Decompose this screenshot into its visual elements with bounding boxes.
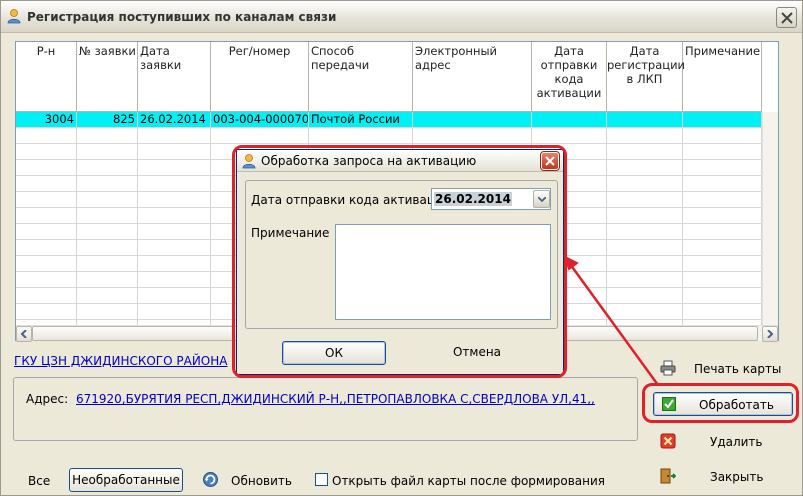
organization-link[interactable]: ГКУ ЦЗН ДЖИДИНСКОГО РАЙОНА — [14, 354, 228, 368]
address-label: Адрес: — [26, 392, 69, 406]
title-bar: Регистрация поступивших по каналам связи — [1, 1, 802, 33]
grid-line — [76, 128, 77, 326]
grid-line — [210, 128, 211, 326]
table-row[interactable]: 3004 825 26.02.2014 003-004-000070 Почто… — [16, 112, 762, 128]
col-header[interactable]: Дата заявки — [138, 42, 211, 112]
cell-code-sent-date[interactable] — [532, 112, 607, 128]
user-icon — [7, 9, 21, 24]
chevron-right-icon — [767, 330, 774, 338]
window-title: Регистрация поступивших по каналам связи — [27, 10, 337, 24]
col-header[interactable]: Р-н — [16, 42, 77, 112]
close-button[interactable]: Закрыть — [660, 466, 780, 488]
cell-transfer-method[interactable]: Почтой России — [309, 112, 413, 128]
cell-note[interactable] — [683, 112, 762, 128]
col-header[interactable]: № заявки — [77, 42, 138, 112]
cell-registration-date[interactable] — [607, 112, 683, 128]
grid-header: Р-н № заявки Дата заявки Рег/номер Спосо… — [16, 42, 762, 112]
refresh-label[interactable]: Обновить — [231, 474, 292, 488]
col-header[interactable]: Способ передачи — [309, 42, 413, 112]
print-card-button[interactable]: Печать карты — [660, 358, 782, 380]
grid-line — [137, 128, 138, 326]
cell-request-number[interactable]: 825 — [77, 112, 138, 128]
exit-door-icon — [660, 468, 676, 484]
col-header[interactable]: Электронный адрес — [413, 42, 532, 112]
vertical-scrollbar[interactable] — [762, 112, 778, 326]
grid-line — [682, 128, 683, 326]
delete-button[interactable]: Удалить — [660, 431, 780, 453]
col-header[interactable]: Рег/номер — [211, 42, 309, 112]
chevron-left-icon — [20, 330, 27, 338]
process-button-highlight — [642, 383, 799, 423]
address-link[interactable]: 671920,БУРЯТИЯ РЕСП,ДЖИДИНСКИЙ Р-Н,,ПЕТР… — [76, 392, 595, 406]
scroll-right-button[interactable] — [762, 326, 778, 342]
filter-all[interactable]: Все — [28, 474, 50, 488]
filter-unprocessed-button[interactable]: Необработанные — [69, 468, 183, 492]
cell-request-date[interactable]: 26.02.2014 — [138, 112, 211, 128]
window-close-button[interactable] — [776, 7, 797, 28]
empty-row — [16, 128, 762, 144]
delete-label: Удалить — [710, 435, 763, 449]
cell-email[interactable] — [413, 112, 532, 128]
dialog-highlight — [232, 145, 567, 378]
cell-district[interactable]: 3004 — [16, 112, 77, 128]
scroll-left-button[interactable] — [16, 326, 32, 342]
open-file-label: Открыть файл карты после формирования — [332, 474, 606, 488]
close-icon — [781, 12, 793, 24]
delete-icon — [660, 433, 676, 449]
refresh-icon[interactable] — [202, 471, 219, 488]
open-file-checkbox[interactable] — [315, 473, 328, 486]
address-panel: Адрес: 671920,БУРЯТИЯ РЕСП,ДЖИДИНСКИЙ Р-… — [13, 377, 638, 441]
cell-reg-number[interactable]: 003-004-000070 — [211, 112, 309, 128]
main-window: Регистрация поступивших по каналам связи… — [0, 0, 803, 496]
print-card-label: Печать карты — [694, 362, 782, 376]
printer-icon — [660, 360, 676, 376]
col-header[interactable]: Дата регистрации в ЛКП — [607, 42, 685, 112]
grid-line — [606, 128, 607, 326]
close-label: Закрыть — [710, 470, 764, 484]
col-header[interactable]: Примечание — [683, 42, 762, 112]
col-header[interactable]: Дата отправки кода активации — [532, 42, 607, 112]
